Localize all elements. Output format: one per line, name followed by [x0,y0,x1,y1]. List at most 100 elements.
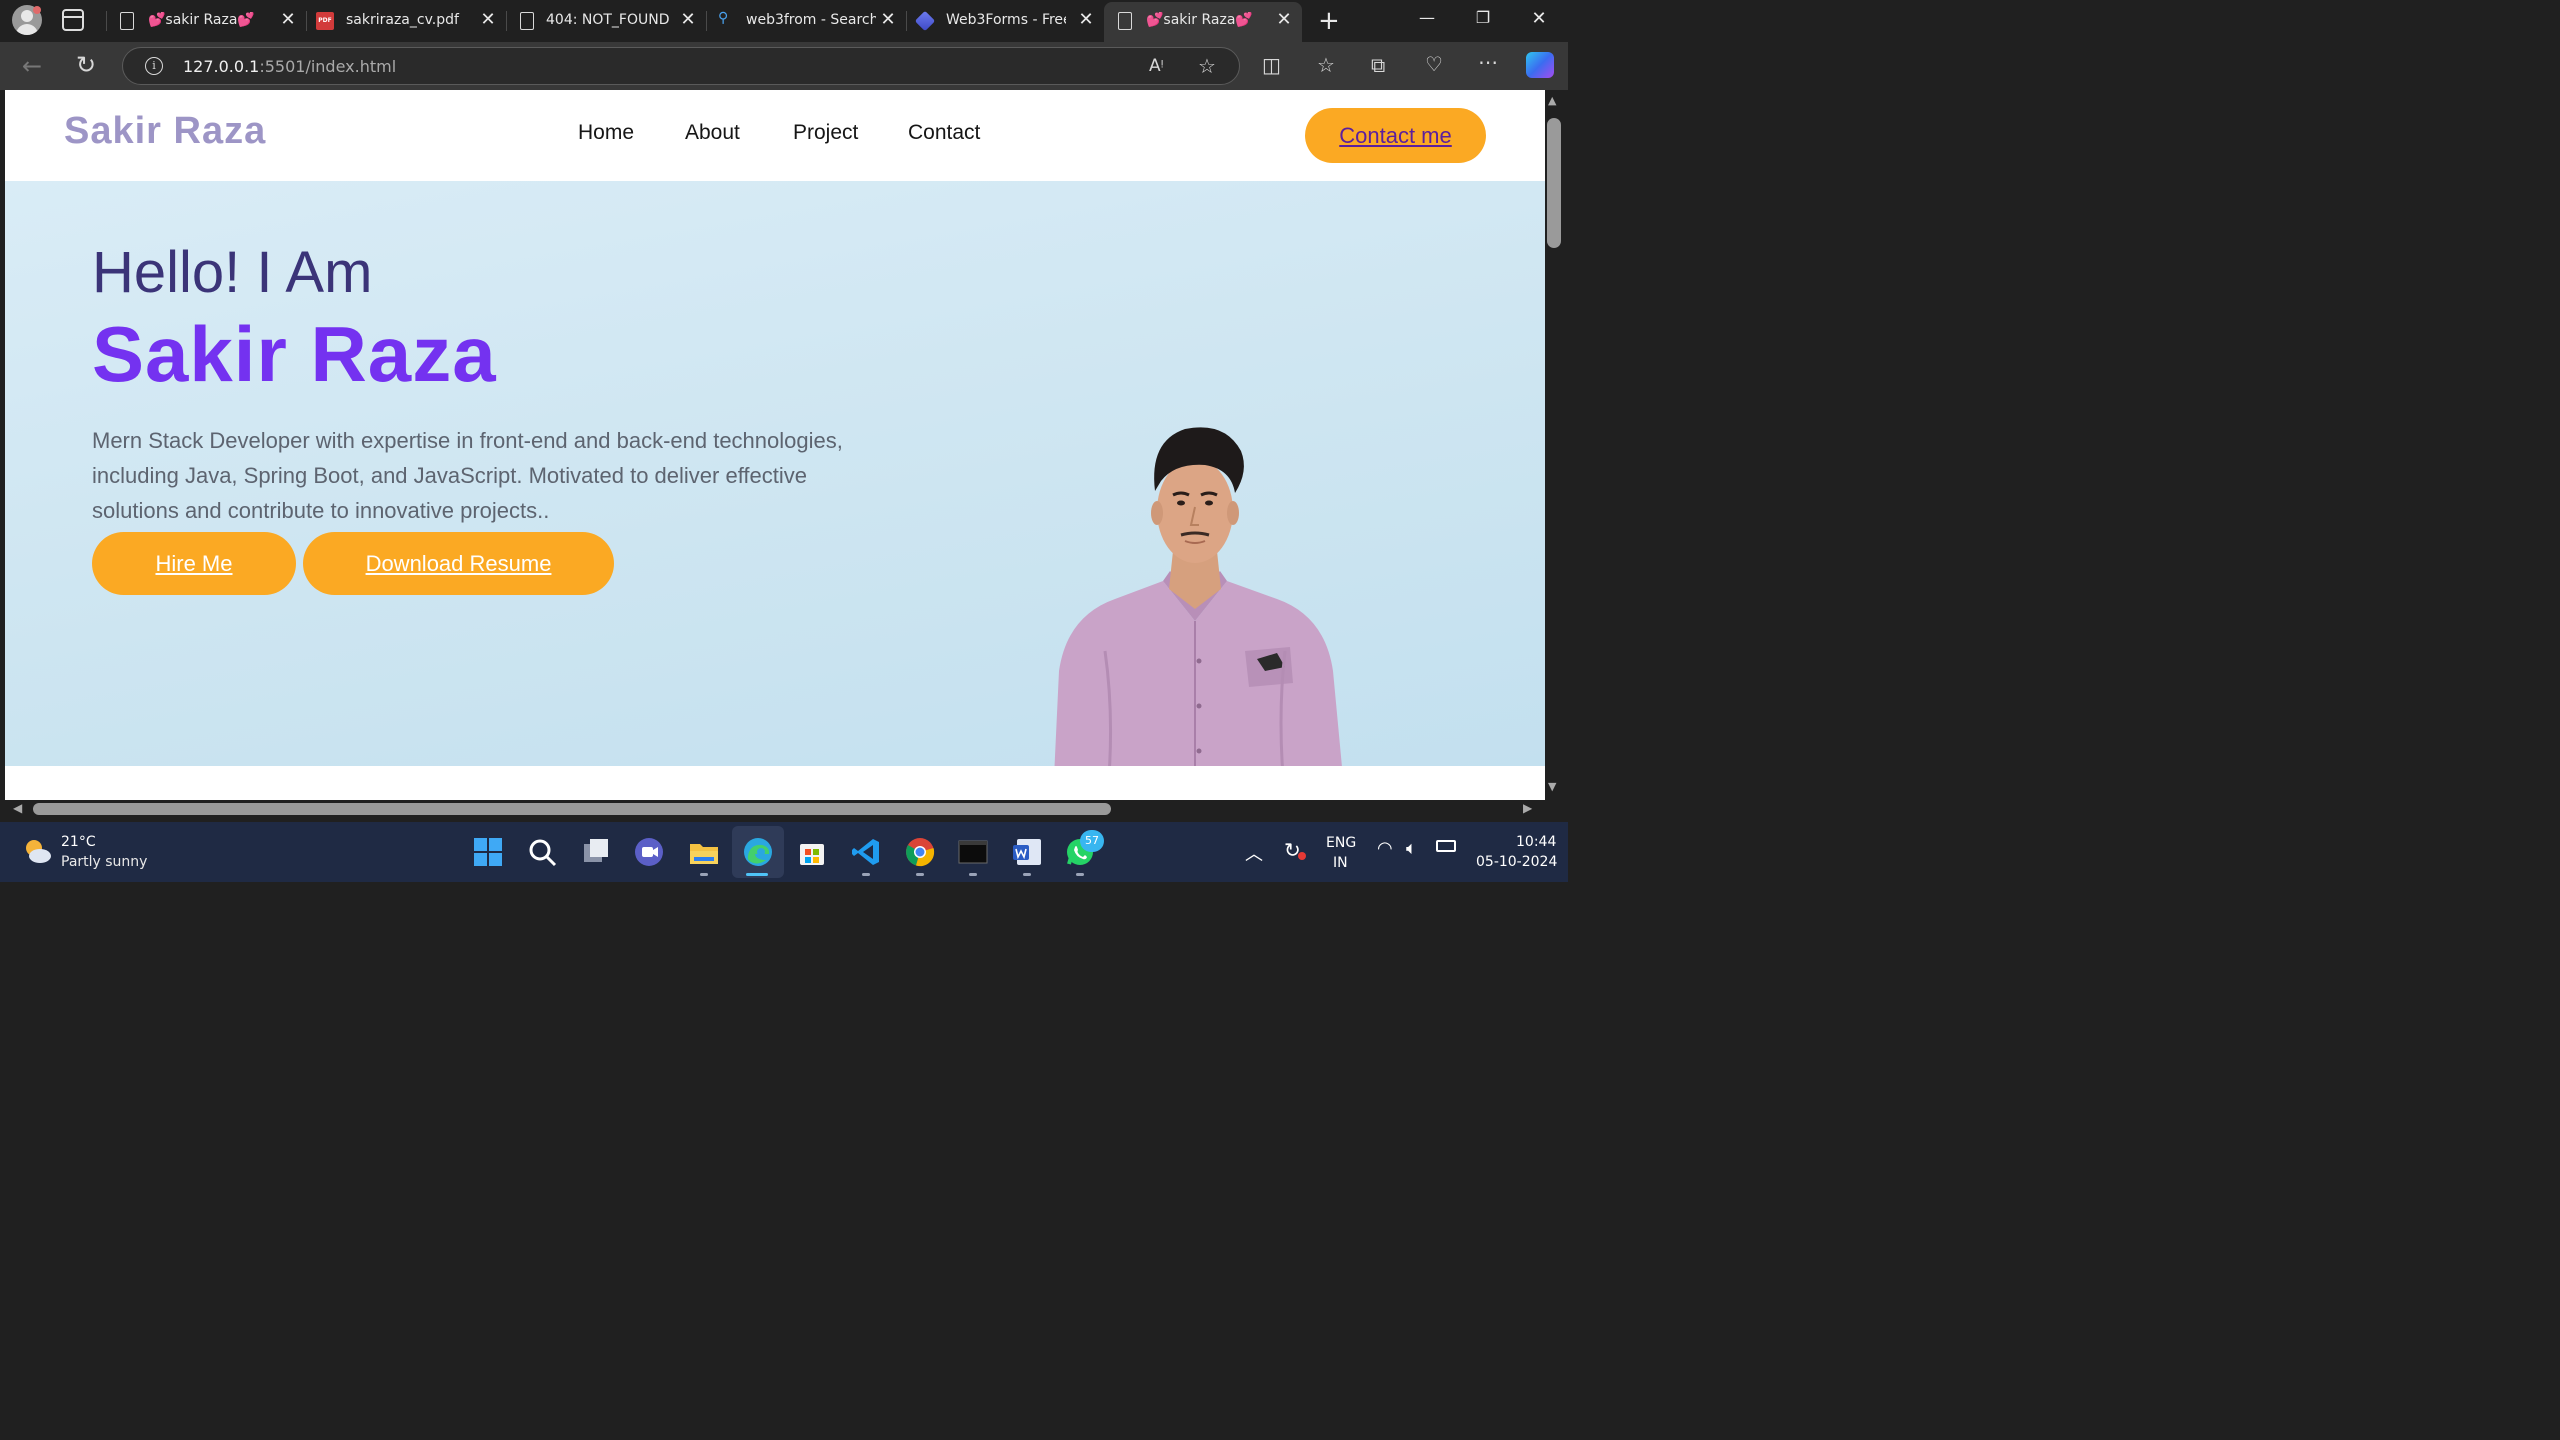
profile-photo [1053,427,1345,799]
favorites-icon[interactable]: ☆ [1317,53,1335,77]
horizontal-scrollbar[interactable]: ◀ ▶ [5,800,1545,818]
horizontal-scroll-thumb[interactable] [33,803,1111,815]
tab-404[interactable]: 404: NOT_FOUND ✕ [506,0,706,42]
search-icon: ⚲ [718,10,729,26]
browser-essentials-icon[interactable]: ♡ [1425,52,1443,76]
scroll-up-arrow-icon[interactable]: ▲ [1548,94,1556,107]
running-indicator [862,873,870,876]
site-brand-logo[interactable]: Sakir Raza [64,110,266,153]
tab-actions-menu-icon[interactable] [62,9,84,31]
scroll-right-arrow-icon[interactable]: ▶ [1523,801,1532,815]
web3forms-icon [914,10,936,32]
teams-icon[interactable] [633,836,665,868]
hire-me-button[interactable]: Hire Me [92,532,296,595]
profile-notification-dot [33,6,41,14]
close-icon[interactable]: ✕ [278,9,298,30]
scroll-left-arrow-icon[interactable]: ◀ [13,801,22,815]
nav-project-link[interactable]: Project [793,121,858,145]
chrome-icon[interactable] [904,836,936,868]
copilot-icon[interactable] [1526,52,1554,78]
tab-title: 404: NOT_FOUND [546,12,670,28]
running-indicator [1023,873,1031,876]
site-info-icon[interactable]: i [145,57,163,75]
tab-title: Web3Forms - Free [946,12,1066,28]
tab-title: sakriraza_cv.pdf [346,12,459,28]
active-indicator [746,873,768,876]
page-viewport: Sakir Raza Home About Project Contact Co… [5,90,1545,800]
sync-alert-dot [1298,852,1306,860]
split-screen-icon[interactable]: ◫ [1262,53,1281,77]
windows-taskbar: 21°C Partly sunny ︿ ↻ ENG IN ◠ 🔈︎ 10:44 … [0,822,1568,882]
volume-icon[interactable]: 🔈︎ [1406,838,1417,859]
page-icon [520,12,534,30]
wifi-icon[interactable]: ◠ [1377,838,1393,859]
scrollbar-corner [1545,800,1563,818]
nav-home-link[interactable]: Home [578,121,634,145]
refresh-icon[interactable]: ↻ [76,51,96,79]
tab-separator [906,11,907,31]
word-icon[interactable] [1011,836,1043,868]
page-icon [120,12,134,30]
tab-sakir-raza-1[interactable]: 💕sakir Raza💕 ✕ [106,0,306,42]
partly-sunny-icon[interactable] [22,836,52,866]
pdf-icon: PDF [316,12,334,30]
tab-title: 💕sakir Raza💕 [1146,12,1253,28]
terminal-icon[interactable] [957,836,989,868]
read-aloud-icon[interactable]: Aᵎ [1149,56,1164,76]
close-icon[interactable]: ✕ [1076,9,1096,30]
weather-temperature[interactable]: 21°C [61,834,96,850]
vertical-scroll-thumb[interactable] [1547,118,1561,248]
tab-web3from-search[interactable]: ⚲ web3from - Search ✕ [706,0,906,42]
language-line1[interactable]: ENG [1326,835,1356,851]
more-options-icon[interactable]: ⋯ [1478,50,1498,74]
vertical-scrollbar[interactable]: ▲ ▼ [1545,90,1563,800]
nav-about-link[interactable]: About [685,121,740,145]
nav-contact-link[interactable]: Contact [908,121,980,145]
browser-tab-bar: 💕sakir Raza💕 ✕ PDF sakriraza_cv.pdf ✕ 40… [0,0,1568,42]
close-icon[interactable]: ✕ [1274,9,1294,30]
restore-icon[interactable]: ❐ [1471,8,1495,27]
tab-separator [106,11,107,31]
tab-separator [706,11,707,31]
minimize-icon[interactable]: — [1415,8,1439,27]
favorite-star-icon[interactable]: ☆ [1198,54,1216,78]
hero-name: Sakir Raza [92,310,497,398]
download-resume-button[interactable]: Download Resume [303,532,614,595]
close-icon[interactable]: ✕ [878,9,898,30]
hero-section: Hello! I Am Sakir Raza Mern Stack Develo… [5,181,1545,799]
vscode-icon[interactable] [850,836,882,868]
language-line2[interactable]: IN [1333,855,1348,871]
url-host: 127.0.0.1 [183,57,260,76]
tab-sakir-raza-active[interactable]: 💕sakir Raza💕 ✕ [1104,2,1302,42]
battery-icon[interactable] [1436,840,1456,852]
close-icon[interactable]: ✕ [478,9,498,30]
file-explorer-icon[interactable] [688,836,720,868]
whatsapp-unread-badge: 57 [1080,830,1104,852]
read-aloud-label: A [1149,56,1161,76]
tab-web3forms[interactable]: Web3Forms - Free ✕ [906,0,1104,42]
scroll-down-arrow-icon[interactable]: ▼ [1548,780,1556,793]
contact-me-button[interactable]: Contact me [1305,108,1486,163]
running-indicator [700,873,708,876]
running-indicator [1076,873,1084,876]
clock-time[interactable]: 10:44 [1516,834,1556,850]
tab-cv-pdf[interactable]: PDF sakriraza_cv.pdf ✕ [306,0,506,42]
address-bar[interactable]: i 127.0.0.1:5501/index.html Aᵎ ☆ [122,47,1240,85]
window-close-icon[interactable]: ✕ [1527,8,1551,29]
collections-icon[interactable]: ⧉ [1371,53,1385,77]
url-text[interactable]: 127.0.0.1:5501/index.html [183,57,396,76]
task-view-icon[interactable] [580,836,612,868]
store-icon[interactable] [796,836,828,868]
show-hidden-icons-chevron-icon[interactable]: ︿ [1245,840,1263,866]
hero-description: Mern Stack Developer with expertise in f… [92,428,843,523]
tab-title: 💕sakir Raza💕 [148,12,255,28]
tab-separator [506,11,507,31]
close-icon[interactable]: ✕ [678,9,698,30]
back-arrow-icon[interactable]: ← [22,52,42,80]
windows-start-icon[interactable] [472,836,504,868]
edge-icon[interactable] [742,836,774,868]
new-tab-plus-icon[interactable]: + [1318,6,1340,36]
weather-description[interactable]: Partly sunny [61,854,147,870]
search-icon[interactable] [526,836,558,868]
clock-date[interactable]: 05-10-2024 [1476,854,1557,870]
